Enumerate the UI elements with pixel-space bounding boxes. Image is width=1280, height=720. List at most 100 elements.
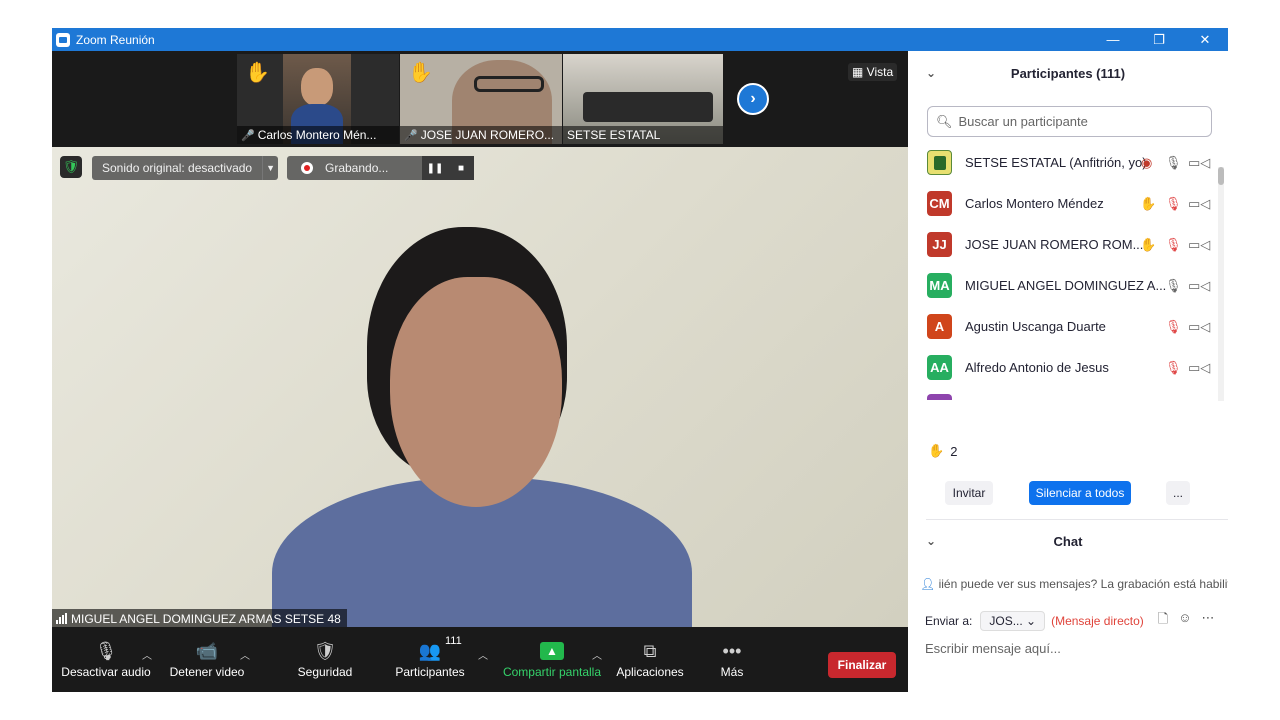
avatar: CM	[927, 191, 952, 216]
thumbnail-carlos[interactable]: ✋ 🎤 Carlos Montero Mén...	[237, 54, 399, 144]
encryption-shield-icon[interactable]: 🛡	[60, 156, 82, 178]
more-button[interactable]: ••• Más	[710, 637, 754, 680]
avatar	[927, 150, 952, 175]
minimize-button[interactable]: —	[1090, 28, 1136, 51]
mic-icon[interactable]: 🎙	[1165, 278, 1182, 294]
avatar: MA	[927, 273, 952, 298]
view-button[interactable]: ▦ Vista	[848, 63, 898, 81]
speaker-face	[390, 277, 562, 507]
chevron-down-icon[interactable]: ⌄	[926, 534, 936, 548]
participant-row[interactable]: A Agustin Uscanga Duarte 🎙 ▭◁	[908, 306, 1220, 347]
thumbnail-video	[583, 92, 713, 122]
video-options-caret[interactable]: ︿	[240, 647, 250, 662]
raised-hands-count: ✋ 2	[928, 443, 958, 459]
thumbnail-name: SETSE ESTATAL	[563, 126, 723, 144]
microphone-icon: 🎙	[94, 640, 118, 661]
participant-row[interactable]: MA MIGUEL ANGEL DOMINGUEZ A... 🎙 ▭◁	[908, 265, 1220, 306]
active-speaker-video: 🛡 Sonido original: desactivado ▼ Graband…	[52, 147, 908, 627]
participants-options-caret[interactable]: ︿	[478, 647, 488, 662]
mic-muted-icon[interactable]: 🎙	[1165, 319, 1182, 335]
emoji-icon[interactable]: ☺	[1178, 610, 1191, 632]
original-sound-toggle[interactable]: Sonido original: desactivado ▼	[92, 156, 279, 180]
raised-hand-icon: ✋	[245, 62, 270, 84]
participant-row[interactable]: JJ JOSE JUAN ROMERO ROM... ✋ 🎙 ▭◁	[908, 224, 1220, 265]
people-icon: 👤︎	[920, 577, 936, 591]
mic-icon[interactable]: 🎙	[1165, 155, 1182, 171]
avatar: JJ	[927, 232, 952, 257]
mic-muted-icon: 🎤	[404, 129, 418, 142]
zoom-logo-icon	[56, 32, 70, 47]
audio-options-caret[interactable]: ︿	[142, 647, 152, 662]
participants-header: ⌄ Participantes (111)	[926, 65, 1126, 81]
mic-muted-icon[interactable]: 🎙	[1165, 360, 1182, 376]
file-icon[interactable]: 🗋	[1158, 610, 1168, 632]
participant-list-scrollbar[interactable]	[1218, 167, 1224, 401]
avatar: AA	[927, 355, 952, 380]
share-options-caret[interactable]: ︿	[592, 647, 602, 662]
recording-indicator: Grabando... ❚❚ ■	[287, 156, 474, 180]
thumbnail-jose[interactable]: ✋ 🎤 JOSE JUAN ROMERO...	[400, 54, 562, 144]
mute-audio-button[interactable]: 🎙 Desactivar audio	[60, 637, 152, 680]
more-options-button[interactable]: ...	[1166, 481, 1190, 505]
thumbnail-name: 🎤 Carlos Montero Mén...	[237, 126, 399, 144]
video-camera-icon: 📹	[195, 640, 219, 661]
end-meeting-button[interactable]: Finalizar	[828, 652, 896, 678]
recording-icon: ◉	[1141, 154, 1153, 170]
raised-hand-icon: ✋	[1140, 195, 1157, 211]
restore-button[interactable]: ❐	[1136, 28, 1182, 51]
pause-recording-button[interactable]: ❚❚	[422, 156, 448, 180]
close-button[interactable]: ✕	[1182, 28, 1228, 51]
record-icon	[301, 162, 313, 174]
thumbnail-setse[interactable]: SETSE ESTATAL	[563, 54, 723, 144]
participant-row[interactable]: CM Carlos Montero Méndez ✋ 🎙 ▭◁	[908, 183, 1220, 224]
title-bar: Zoom Reunión — ❐ ✕	[52, 28, 1228, 51]
search-icon: 🔍︎	[936, 113, 953, 129]
participant-row[interactable]	[908, 388, 1220, 400]
raised-hand-icon: ✋	[928, 443, 945, 458]
zoom-window: Zoom Reunión — ❐ ✕ ✋ 🎤 Carlos Montero Mé…	[52, 28, 1228, 692]
side-panel: ⌄ Participantes (111) 🔍︎ SETSE ESTATAL (…	[908, 51, 1228, 692]
participant-row[interactable]: AA Alfredo Antonio de Jesus 🎙 ▭◁	[908, 347, 1220, 388]
thumbnail-strip: ✋ 🎤 Carlos Montero Mén... ✋ 🎤 JOSE JUAN …	[52, 51, 908, 147]
apps-icon: ⧉	[643, 640, 657, 661]
video-camera-icon[interactable]: ▭◁	[1188, 278, 1210, 294]
share-arrow-icon: ▲	[540, 642, 564, 660]
next-page-button[interactable]: ›	[737, 83, 769, 115]
chat-visibility-notice: 👤︎ iién puede ver sus mensajes? La graba…	[920, 577, 1228, 591]
speaker-name-label: MIGUEL ANGEL DOMINGUEZ ARMAS SETSE 48	[52, 609, 347, 627]
mic-muted-icon[interactable]: 🎙	[1165, 237, 1182, 253]
mute-all-button[interactable]: Silenciar a todos	[1029, 481, 1131, 505]
raised-hand-icon: ✋	[1140, 236, 1157, 252]
mic-muted-icon: 🎤	[241, 129, 255, 142]
security-button[interactable]: 🛡 Seguridad	[288, 637, 362, 680]
video-stage: ✋ 🎤 Carlos Montero Mén... ✋ 🎤 JOSE JUAN …	[52, 51, 908, 692]
participants-button[interactable]: 👥 111 Participantes	[388, 635, 472, 679]
participant-row[interactable]: SETSE ESTATAL (Anfitrión, yo) ◉ 🎙 ▭◁	[908, 142, 1220, 183]
video-camera-icon[interactable]: ▭◁	[1188, 155, 1210, 171]
share-screen-button[interactable]: ▲ Compartir pantalla	[498, 637, 606, 679]
video-camera-icon[interactable]: ▭◁	[1188, 360, 1210, 376]
ellipsis-icon: •••	[722, 640, 742, 661]
chevron-down-icon[interactable]: ▼	[262, 156, 278, 180]
avatar: A	[927, 314, 952, 339]
raised-hand-icon: ✋	[408, 62, 433, 84]
participant-search[interactable]: 🔍︎	[927, 106, 1212, 137]
participants-count: 111	[445, 635, 462, 647]
avatar	[927, 394, 952, 400]
thumbnail-name: 🎤 JOSE JUAN ROMERO...	[400, 126, 562, 144]
apps-button[interactable]: ⧉ Aplicaciones	[614, 637, 686, 680]
ellipsis-icon[interactable]: ⋯	[1202, 610, 1215, 632]
video-camera-icon[interactable]: ▭◁	[1188, 319, 1210, 335]
video-camera-icon[interactable]: ▭◁	[1188, 196, 1210, 212]
divider	[926, 519, 1228, 520]
stop-recording-button[interactable]: ■	[448, 156, 474, 180]
participant-list: SETSE ESTATAL (Anfitrión, yo) ◉ 🎙 ▭◁ CM …	[908, 142, 1220, 400]
mic-muted-icon[interactable]: 🎙	[1165, 196, 1182, 212]
invite-button[interactable]: Invitar	[945, 481, 993, 505]
video-camera-icon[interactable]: ▭◁	[1188, 237, 1210, 253]
search-input[interactable]	[958, 114, 1209, 129]
chevron-down-icon[interactable]: ⌄	[926, 66, 936, 80]
recipient-select[interactable]: JOS... ⌄	[980, 611, 1046, 631]
stop-video-button[interactable]: 📹 Detener video	[164, 637, 250, 680]
chat-message-input[interactable]	[925, 641, 1215, 656]
